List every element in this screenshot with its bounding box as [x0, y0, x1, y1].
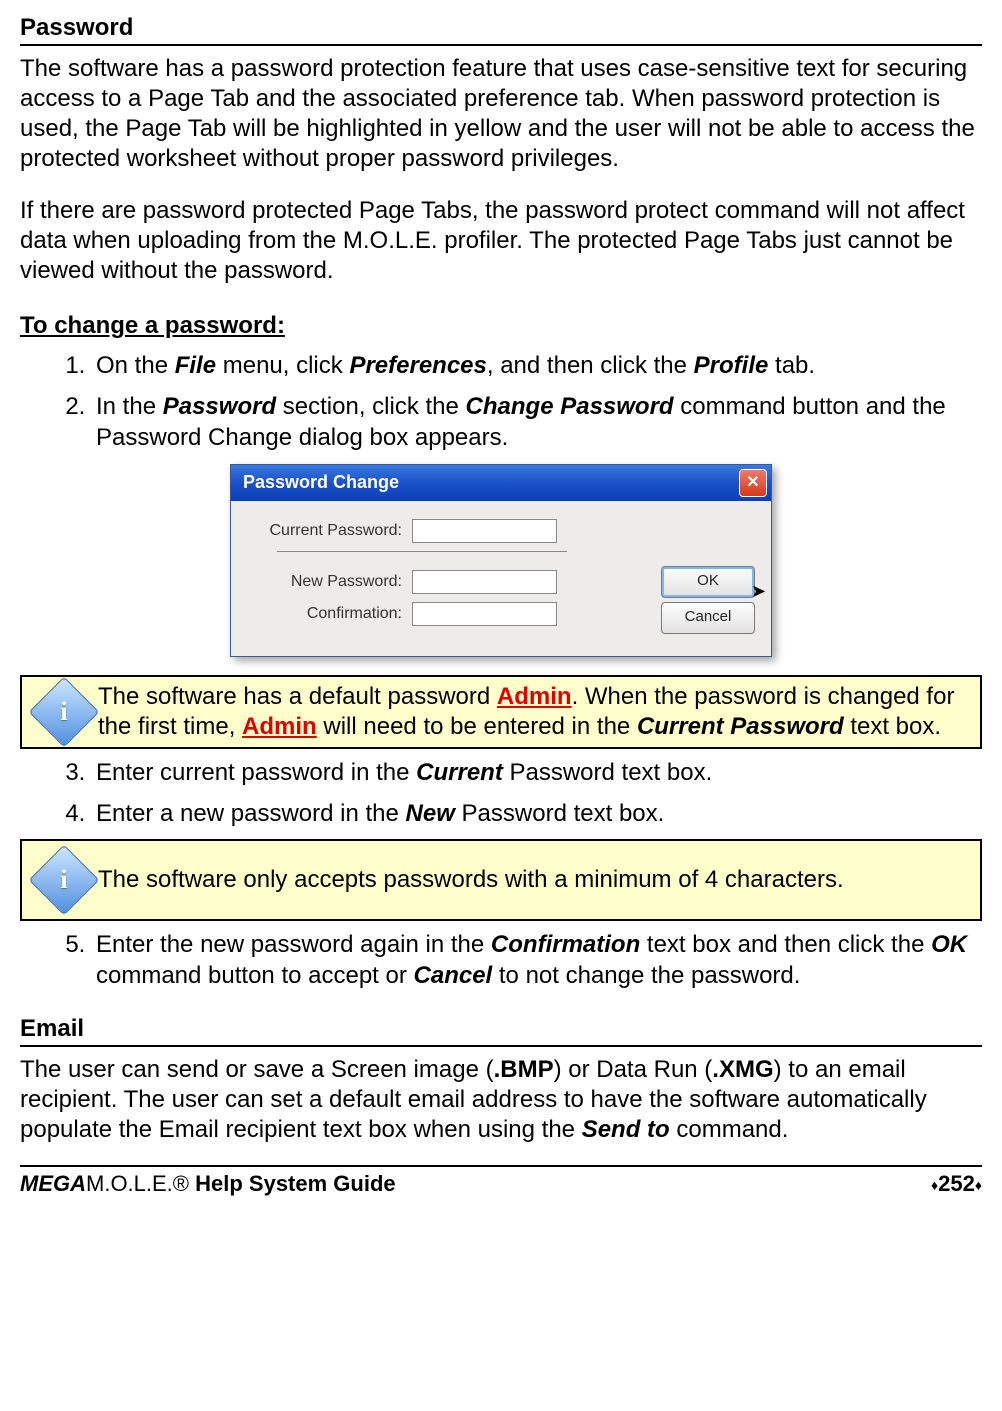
current-password-input[interactable] — [412, 519, 557, 543]
step-4: Enter a new password in the New Password… — [92, 798, 982, 829]
dialog-titlebar: Password Change ✕ — [231, 465, 771, 501]
section-heading-password: Password — [20, 14, 982, 46]
step-1: On the File menu, click Preferences, and… — [92, 350, 982, 381]
password-description-2: If there are password protected Page Tab… — [20, 196, 982, 286]
page-footer: MEGAM.O.L.E.® Help System Guide ♦252♦ — [20, 1171, 982, 1207]
new-password-input[interactable] — [412, 570, 557, 594]
cursor-icon: ➤ — [751, 577, 766, 605]
cancel-button[interactable]: Cancel — [661, 602, 755, 634]
step-2: In the Password section, click the Chang… — [92, 391, 982, 453]
dialog-close-button[interactable]: ✕ — [739, 469, 767, 497]
confirmation-input[interactable] — [412, 602, 557, 626]
password-change-dialog: Password Change ✕ Current Password: New … — [230, 464, 772, 657]
info-icon: i — [39, 687, 89, 737]
change-password-heading: To change a password: — [20, 312, 982, 340]
label-current-password: Current Password: — [247, 522, 412, 540]
email-description: The user can send or save a Screen image… — [20, 1055, 982, 1145]
info-note-default-password: i The software has a default password Ad… — [20, 675, 982, 749]
label-new-password: New Password: — [247, 573, 412, 591]
step-3: Enter current password in the Current Pa… — [92, 757, 982, 788]
info-note-min-chars: i The software only accepts passwords wi… — [20, 839, 982, 921]
label-confirmation: Confirmation: — [247, 605, 412, 623]
info-icon: i — [39, 855, 89, 905]
ok-button[interactable]: OK ➤ — [661, 566, 755, 598]
password-description-1: The software has a password protection f… — [20, 54, 982, 174]
section-heading-email: Email — [20, 1015, 982, 1047]
close-icon: ✕ — [746, 475, 759, 491]
dialog-title: Password Change — [243, 472, 399, 493]
step-5: Enter the new password again in the Conf… — [92, 929, 982, 991]
